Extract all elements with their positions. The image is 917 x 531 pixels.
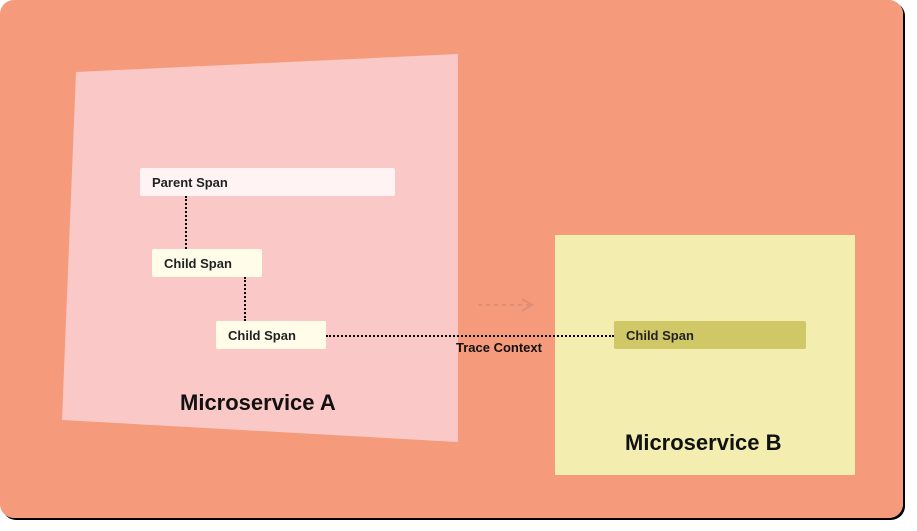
service-a-shape xyxy=(62,54,458,442)
connector-child1-to-child2 xyxy=(244,277,246,321)
child-span-a2-box: Child Span xyxy=(216,321,326,349)
service-b-title: Microservice B xyxy=(625,430,782,456)
diagram-canvas: Parent Span Child Span Child Span Child … xyxy=(0,0,903,518)
parent-span-label: Parent Span xyxy=(152,175,228,190)
connector-child2-to-serviceb xyxy=(326,335,614,337)
connector-parent-to-child1 xyxy=(185,196,187,249)
child-span-a2-label: Child Span xyxy=(228,328,296,343)
service-a-title: Microservice A xyxy=(180,390,336,416)
child-span-b-label: Child Span xyxy=(626,328,694,343)
child-span-a1-label: Child Span xyxy=(164,256,232,271)
trace-context-label: Trace Context xyxy=(456,340,542,355)
parent-span-box: Parent Span xyxy=(140,168,395,196)
child-span-a1-box: Child Span xyxy=(152,249,262,277)
child-span-b-box: Child Span xyxy=(614,321,806,349)
